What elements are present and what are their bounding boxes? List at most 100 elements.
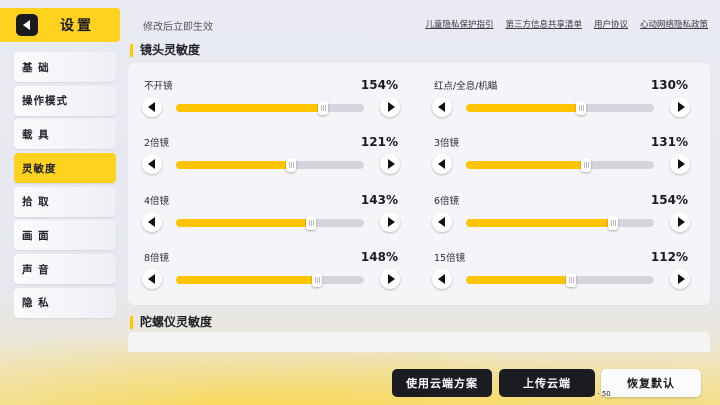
decrease-button[interactable] [142, 212, 162, 232]
increase-button[interactable] [380, 269, 400, 289]
increase-button[interactable] [670, 212, 690, 232]
slider-track[interactable] [466, 101, 654, 115]
slider-15x: 15倍镜 112% [432, 250, 690, 300]
sidebar-item-control-mode[interactable]: 操作模式 [14, 85, 116, 116]
slider-value: 154% [360, 78, 398, 92]
arrow-left-icon [148, 274, 155, 284]
slider-value: 154% [650, 193, 688, 207]
sidebar-item-sound[interactable]: 声 音 [14, 254, 116, 285]
slider-4x: 4倍镜 143% [142, 193, 400, 243]
slider-label: 不开镜 [144, 81, 173, 92]
increase-button[interactable] [670, 269, 690, 289]
slider-handle[interactable] [286, 158, 296, 172]
slider-fill [176, 161, 291, 169]
link-third-party-list[interactable]: 第三方信息共享清单 [505, 18, 582, 30]
arrow-right-icon [677, 274, 685, 284]
slider-fill [176, 276, 317, 284]
slider-label: 2倍镜 [144, 138, 170, 149]
top-links: 儿童隐私保护指引 第三方信息共享清单 用户协议 心动网络隐私政策 [425, 18, 708, 30]
decrease-button[interactable] [142, 154, 162, 174]
arrow-left-icon [438, 274, 445, 284]
slider-handle[interactable] [608, 216, 618, 230]
arrow-left-icon [438, 102, 445, 112]
slider-handle[interactable] [581, 158, 591, 172]
slider-label: 3倍镜 [434, 138, 460, 149]
slider-label: 15倍镜 [434, 253, 466, 264]
link-user-agreement[interactable]: 用户协议 [594, 18, 628, 30]
slider-fill [466, 161, 586, 169]
slider-label: 6倍镜 [434, 196, 460, 207]
slider-value: 148% [360, 250, 398, 264]
slider-6x: 6倍镜 154% [432, 193, 690, 243]
slider-track[interactable] [176, 158, 364, 172]
apply-hint: 修改后立即生效 [143, 22, 213, 33]
arrow-left-icon [148, 217, 155, 227]
sidebar-item-basic[interactable]: 基 础 [14, 52, 116, 82]
slider-2x: 2倍镜 121% [142, 135, 400, 185]
arrow-right-icon [387, 274, 395, 284]
slider-handle[interactable] [312, 273, 322, 287]
arrow-left-icon [148, 102, 155, 112]
back-arrow-icon [22, 20, 30, 30]
slider-value: 143% [360, 193, 398, 207]
slider-handle[interactable] [576, 101, 586, 115]
section-title-scope: 镜头灵敏度 [130, 44, 200, 57]
arrow-left-icon [438, 159, 445, 169]
restore-default-button[interactable]: 恢复默认 [601, 369, 701, 397]
page-title: 设置 [60, 18, 94, 34]
slider-value: 121% [360, 135, 398, 149]
increase-button[interactable] [380, 212, 400, 232]
arrow-right-icon [387, 159, 395, 169]
slider-track[interactable] [176, 273, 364, 287]
header-tab: 设置 [0, 8, 120, 42]
fps-readout: FPS:25.85 · 109 · 128 · 50 [520, 390, 611, 398]
slider-track[interactable] [466, 216, 654, 230]
slider-track[interactable] [466, 158, 654, 172]
slider-track[interactable] [466, 273, 654, 287]
slider-no-scope: 不开镜 154% [142, 78, 400, 128]
gyro-sensitivity-panel [128, 332, 710, 352]
arrow-right-icon [677, 159, 685, 169]
decrease-button[interactable] [432, 154, 452, 174]
link-privacy-policy[interactable]: 心动网络隐私政策 [640, 18, 708, 30]
use-cloud-button[interactable]: 使用云端方案 [392, 369, 492, 397]
slider-handle[interactable] [566, 273, 576, 287]
sidebar-item-pickup[interactable]: 拾 取 [14, 186, 116, 217]
increase-button[interactable] [670, 154, 690, 174]
slider-handle[interactable] [318, 101, 328, 115]
link-child-privacy[interactable]: 儿童隐私保护指引 [425, 18, 493, 30]
settings-screen: 设置 修改后立即生效 儿童隐私保护指引 第三方信息共享清单 用户协议 心动网络隐… [0, 0, 720, 405]
sidebar-item-vehicle[interactable]: 载 具 [14, 119, 116, 150]
slider-fill [466, 276, 571, 284]
arrow-left-icon [438, 217, 445, 227]
sidebar-item-sensitivity[interactable]: 灵敏度 [14, 153, 116, 184]
decrease-button[interactable] [432, 97, 452, 117]
slider-fill [466, 104, 581, 112]
slider-fill [466, 219, 613, 227]
slider-value: 112% [650, 250, 688, 264]
slider-handle[interactable] [306, 216, 316, 230]
arrow-left-icon [148, 159, 155, 169]
slider-label: 4倍镜 [144, 196, 170, 207]
decrease-button[interactable] [142, 97, 162, 117]
slider-3x: 3倍镜 131% [432, 135, 690, 185]
slider-value: 130% [650, 78, 688, 92]
sidebar-item-privacy[interactable]: 隐 私 [14, 287, 116, 318]
arrow-right-icon [387, 217, 395, 227]
slider-8x: 8倍镜 148% [142, 250, 400, 300]
back-button[interactable] [16, 14, 38, 36]
slider-fill [176, 219, 311, 227]
decrease-button[interactable] [432, 269, 452, 289]
decrease-button[interactable] [432, 212, 452, 232]
slider-label: 红点/全息/机瞄 [434, 81, 498, 92]
slider-fill [176, 104, 323, 112]
sidebar-item-graphics[interactable]: 画 面 [14, 220, 116, 251]
increase-button[interactable] [380, 154, 400, 174]
slider-value: 131% [650, 135, 688, 149]
increase-button[interactable] [670, 97, 690, 117]
slider-track[interactable] [176, 101, 364, 115]
arrow-right-icon [677, 217, 685, 227]
decrease-button[interactable] [142, 269, 162, 289]
increase-button[interactable] [380, 97, 400, 117]
slider-track[interactable] [176, 216, 364, 230]
